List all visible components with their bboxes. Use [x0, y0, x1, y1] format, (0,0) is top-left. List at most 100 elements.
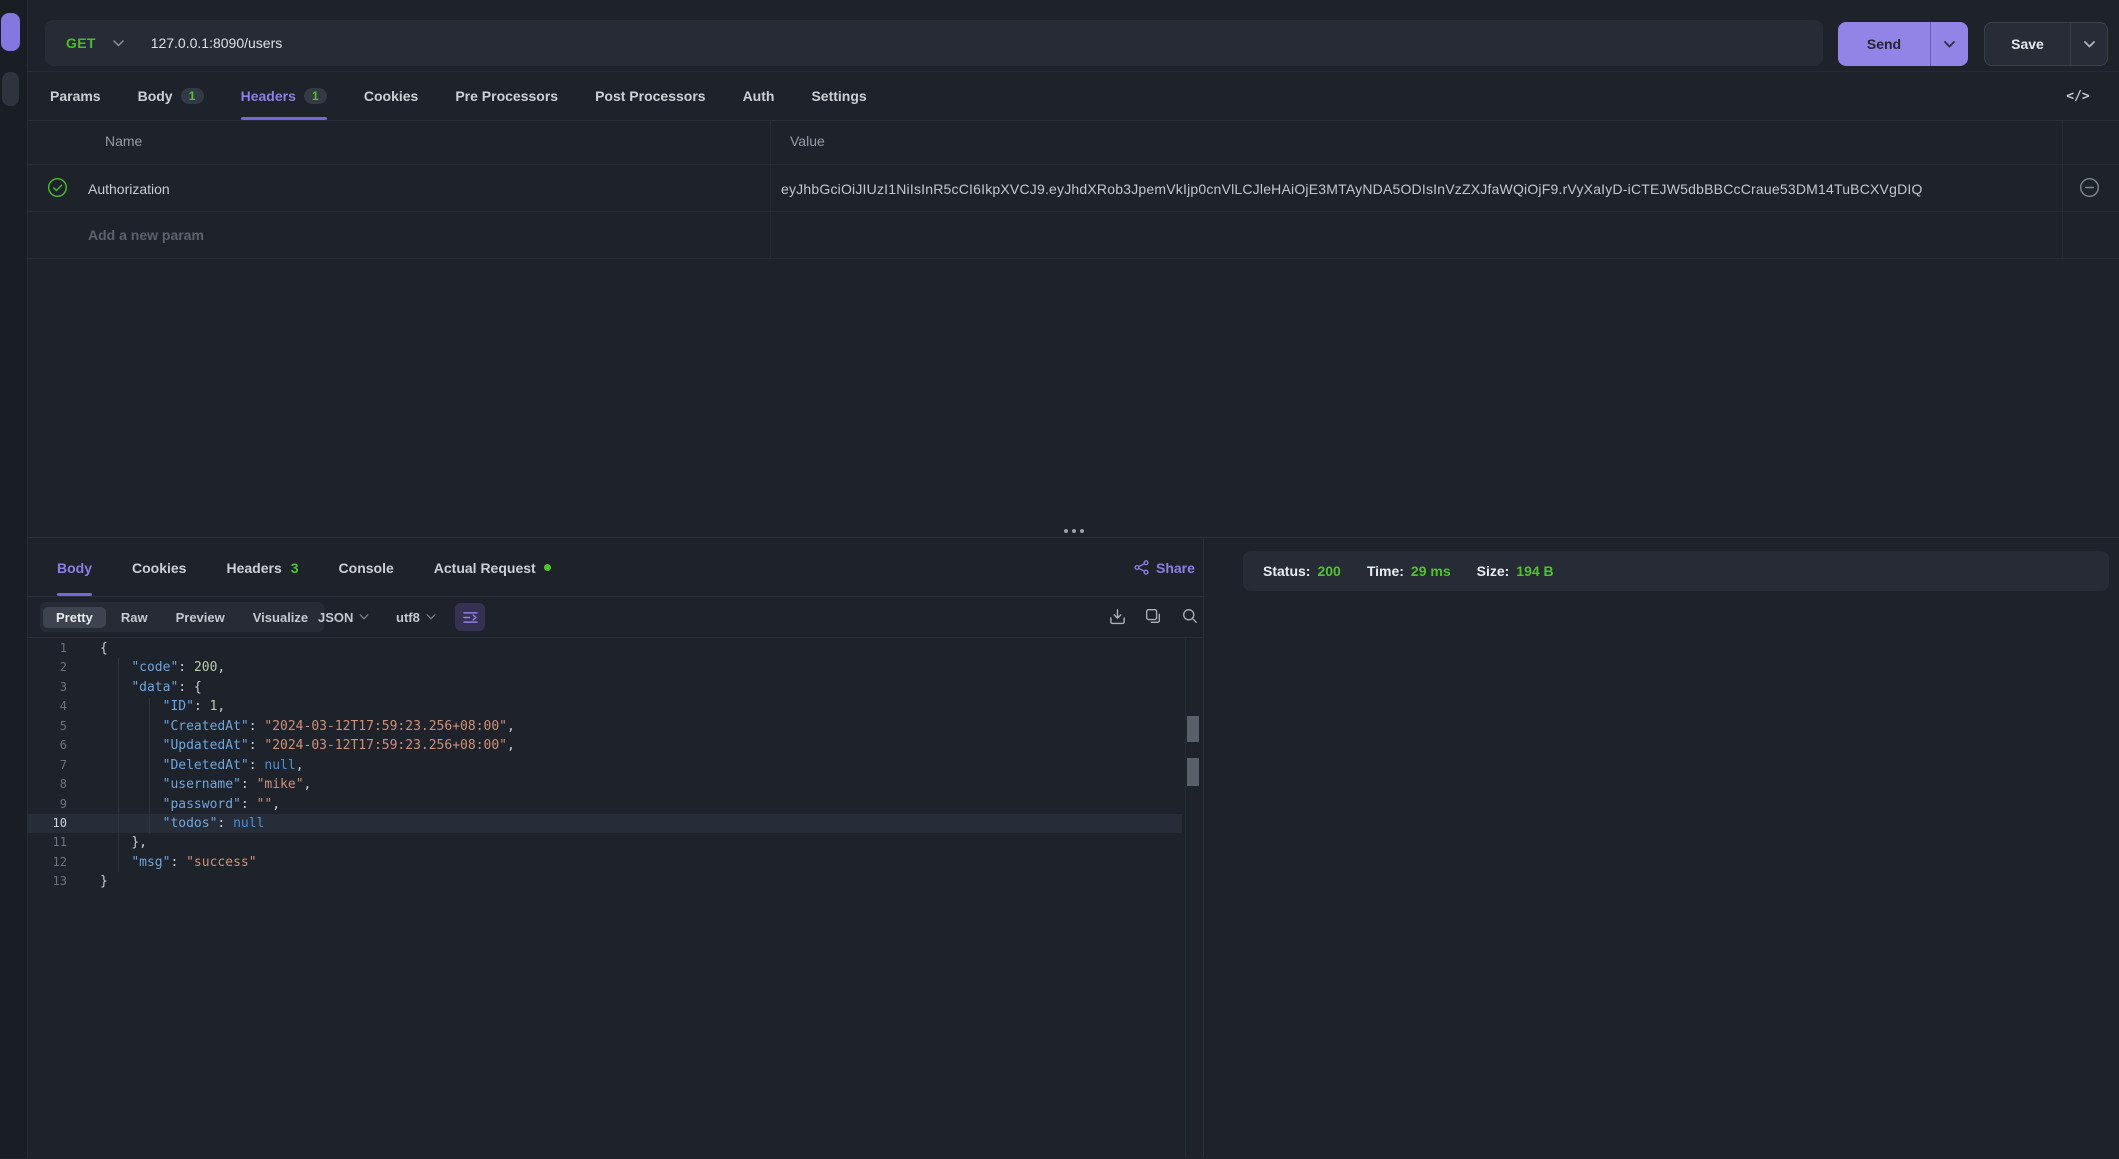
- tab-label: Headers: [226, 560, 281, 576]
- chevron-down-icon: [113, 40, 124, 47]
- copy-icon[interactable]: [1144, 607, 1162, 625]
- save-button[interactable]: Save: [1984, 22, 2108, 66]
- code-text: }: [100, 872, 108, 891]
- code-line: 7 "DeletedAt": null,: [27, 756, 1182, 775]
- request-tab-params[interactable]: Params: [50, 72, 101, 120]
- save-button-label: Save: [1985, 36, 2070, 52]
- share-button[interactable]: Share: [1134, 539, 1195, 596]
- status-code: Status: 200: [1263, 563, 1341, 579]
- code-text: "password": "",: [100, 795, 280, 814]
- divider: [27, 120, 2119, 121]
- tab-label: Body: [57, 560, 92, 576]
- response-tab-headers[interactable]: Headers 3: [226, 539, 298, 596]
- request-tab-settings[interactable]: Settings: [811, 72, 866, 120]
- save-options-button[interactable]: [2071, 41, 2107, 48]
- remove-row-button[interactable]: [2079, 177, 2100, 198]
- view-mode-preview[interactable]: Preview: [163, 607, 238, 628]
- line-number: 9: [27, 795, 67, 814]
- header-value-cell[interactable]: eyJhbGciOiJIUzI1NiIsInR5cCI6IkpXVCJ9.eyJ…: [781, 181, 2049, 197]
- line-number: 7: [27, 756, 67, 775]
- share-label: Share: [1156, 560, 1195, 576]
- row-divider: [27, 258, 2119, 259]
- encoding-select[interactable]: utf8: [396, 602, 436, 632]
- request-tab-auth[interactable]: Auth: [743, 72, 775, 120]
- tab-label: Cookies: [132, 560, 186, 576]
- count-badge: 1: [181, 88, 204, 104]
- tab-label: Pre Processors: [455, 88, 558, 104]
- column-divider: [770, 120, 771, 258]
- tab-label: Auth: [743, 88, 775, 104]
- line-number: 11: [27, 833, 67, 852]
- request-item-indicator[interactable]: [2, 72, 19, 106]
- method-select[interactable]: GET: [66, 35, 96, 51]
- send-options-button[interactable]: [1931, 41, 1968, 48]
- line-number: 12: [27, 853, 67, 872]
- add-param-row[interactable]: Add a new param: [88, 227, 204, 243]
- view-mode-switcher: PrettyRawPreviewVisualize: [40, 602, 324, 632]
- code-text: },: [100, 833, 147, 852]
- code-line: 1{: [27, 639, 1182, 658]
- send-button-label: Send: [1838, 36, 1930, 52]
- chevron-down-icon: [359, 614, 369, 620]
- panel-resize-handle[interactable]: [1064, 529, 1084, 533]
- response-tab-actual-request[interactable]: Actual Request: [434, 539, 551, 596]
- column-divider: [2062, 120, 2063, 258]
- request-tab-headers[interactable]: Headers1: [241, 72, 327, 120]
- indent-guide: [118, 658, 119, 872]
- tab-label: Body: [138, 88, 173, 104]
- search-icon[interactable]: [1181, 607, 1199, 625]
- code-text: "UpdatedAt": "2024-03-12T17:59:23.256+08…: [100, 736, 515, 755]
- left-rail: [0, 0, 28, 1158]
- download-icon[interactable]: [1108, 607, 1127, 626]
- code-line: 13}: [27, 872, 1182, 891]
- modified-dot: [544, 564, 551, 571]
- active-request-indicator[interactable]: [1, 13, 20, 51]
- code-line: 8 "username": "mike",: [27, 775, 1182, 794]
- send-button[interactable]: Send: [1838, 22, 1968, 66]
- code-text: {: [100, 639, 108, 658]
- view-mode-visualize[interactable]: Visualize: [240, 607, 321, 628]
- line-number: 13: [27, 872, 67, 891]
- view-mode-raw[interactable]: Raw: [108, 607, 161, 628]
- url-input[interactable]: 127.0.0.1:8090/users: [151, 35, 283, 51]
- response-body-editor[interactable]: 1{2 "code": 200,3 "data": {4 "ID": 1,5 "…: [27, 638, 1182, 1159]
- divider: [1203, 538, 1204, 1158]
- line-number: 1: [27, 639, 67, 658]
- header-name-cell[interactable]: Authorization: [88, 181, 170, 197]
- code-line: 10 "todos": null: [27, 814, 1182, 833]
- response-time: Time: 29 ms: [1367, 563, 1451, 579]
- tab-label: Cookies: [364, 88, 418, 104]
- tab-label: Settings: [811, 88, 866, 104]
- code-line: 5 "CreatedAt": "2024-03-12T17:59:23.256+…: [27, 717, 1182, 736]
- line-number: 4: [27, 697, 67, 716]
- response-size: Size: 194 B: [1477, 563, 1554, 579]
- request-tab-body[interactable]: Body 1: [138, 72, 204, 120]
- request-tabs: Params Body 1 Headers1 Cookies Pre Processors…: [27, 72, 867, 120]
- tab-label: Actual Request: [434, 560, 536, 576]
- column-header-name: Name: [105, 133, 142, 149]
- response-status-bar: Status: 200 Time: 29 ms Size: 194 B: [1243, 551, 2109, 591]
- code-view-button[interactable]: </>: [2058, 84, 2098, 108]
- response-tab-console[interactable]: Console: [339, 539, 394, 596]
- row-divider: [27, 211, 2119, 212]
- line-number: 3: [27, 678, 67, 697]
- code-line: 3 "data": {: [27, 678, 1182, 697]
- language-select[interactable]: JSON: [318, 602, 369, 632]
- tab-label: Params: [50, 88, 101, 104]
- count-badge: 3: [291, 560, 299, 576]
- divider: [27, 537, 2119, 538]
- enabled-checkbox[interactable]: [47, 177, 68, 198]
- tab-label: Console: [339, 560, 394, 576]
- url-bar[interactable]: GET 127.0.0.1:8090/users: [45, 20, 1823, 66]
- view-mode-pretty[interactable]: Pretty: [43, 607, 106, 628]
- line-number: 2: [27, 658, 67, 677]
- share-icon: [1134, 560, 1149, 575]
- response-tab-cookies[interactable]: Cookies: [132, 539, 186, 596]
- scrollbar-track[interactable]: [1185, 638, 1186, 1158]
- format-button[interactable]: [455, 603, 485, 631]
- code-line: 9 "password": "",: [27, 795, 1182, 814]
- request-tab-pre-processors[interactable]: Pre Processors: [455, 72, 558, 120]
- response-tab-body[interactable]: Body: [57, 539, 92, 596]
- request-tab-cookies[interactable]: Cookies: [364, 72, 418, 120]
- request-tab-post-processors[interactable]: Post Processors: [595, 72, 706, 120]
